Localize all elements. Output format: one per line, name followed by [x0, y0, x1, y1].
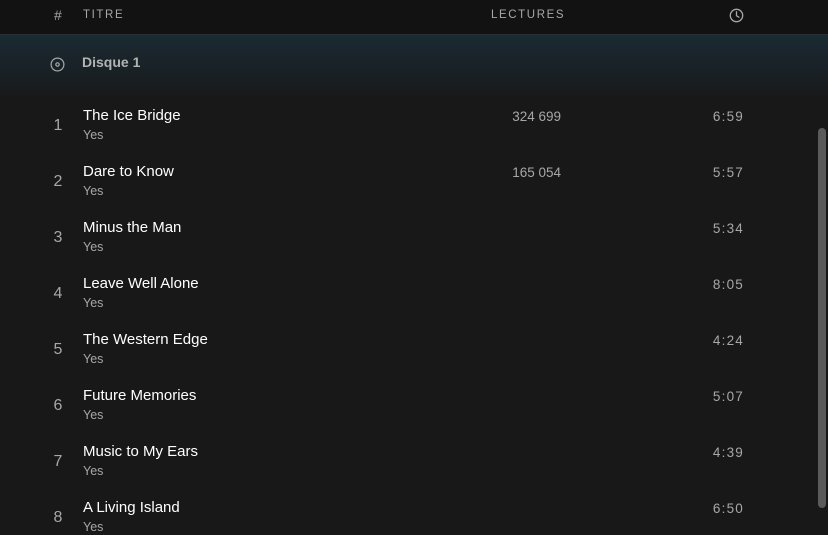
track-number: 5	[53, 341, 63, 358]
header-number: #	[54, 7, 62, 23]
tracklist-header: # TITRE LECTURES	[0, 0, 828, 35]
header-title[interactable]: TITRE	[83, 9, 124, 21]
track-plays: 165 054	[512, 165, 561, 180]
track-title[interactable]: Leave Well Alone	[83, 275, 199, 292]
track-duration: 6:59	[712, 109, 744, 124]
track-artist-link[interactable]: Yes	[83, 464, 103, 478]
disc-label: Disque 1	[82, 54, 141, 70]
track-duration: 6:50	[712, 501, 744, 516]
track-title[interactable]: A Living Island	[83, 499, 180, 516]
track-duration: 5:07	[712, 389, 744, 404]
track-row[interactable]: 8 A Living Island Yes 6:50	[0, 496, 812, 535]
track-title[interactable]: Music to My Ears	[83, 443, 198, 460]
track-number: 6	[53, 397, 63, 414]
header-plays[interactable]: LECTURES	[491, 9, 565, 21]
track-artist-link[interactable]: Yes	[83, 184, 103, 198]
track-title[interactable]: Future Memories	[83, 387, 196, 404]
track-number: 4	[53, 285, 63, 302]
track-row[interactable]: 5 The Western Edge Yes 4:24	[0, 328, 812, 384]
track-duration: 4:39	[712, 445, 744, 460]
track-row[interactable]: 3 Minus the Man Yes 5:34	[0, 216, 812, 272]
track-artist-link[interactable]: Yes	[83, 520, 103, 534]
track-artist-link[interactable]: Yes	[83, 352, 103, 366]
track-duration: 5:34	[712, 221, 744, 236]
track-number: 1	[53, 117, 63, 134]
track-number: 8	[53, 509, 63, 526]
tracklist: # TITRE LECTURES Disque 1 1 The Ice Bridg…	[0, 0, 828, 535]
track-row[interactable]: 2 Dare to Know Yes 165 054 5:57	[0, 160, 812, 216]
track-plays: 324 699	[512, 109, 561, 124]
track-title[interactable]: Minus the Man	[83, 219, 181, 236]
track-title[interactable]: Dare to Know	[83, 163, 174, 180]
track-artist-link[interactable]: Yes	[83, 408, 103, 422]
track-title[interactable]: The Western Edge	[83, 331, 208, 348]
clock-icon[interactable]	[729, 8, 744, 23]
track-duration: 5:57	[712, 165, 744, 180]
track-title[interactable]: The Ice Bridge	[83, 107, 181, 124]
disc-icon	[50, 57, 65, 72]
track-row[interactable]: 6 Future Memories Yes 5:07	[0, 384, 812, 440]
track-row[interactable]: 1 The Ice Bridge Yes 324 699 6:59	[0, 104, 812, 160]
track-row[interactable]: 4 Leave Well Alone Yes 8:05	[0, 272, 812, 328]
disc-header: Disque 1	[0, 35, 828, 90]
track-artist-link[interactable]: Yes	[83, 128, 103, 142]
track-duration: 8:05	[712, 277, 744, 292]
track-artist-link[interactable]: Yes	[83, 296, 103, 310]
track-number: 2	[53, 173, 63, 190]
track-number: 3	[53, 229, 63, 246]
scrollbar-thumb[interactable]	[818, 128, 826, 508]
track-duration: 4:24	[712, 333, 744, 348]
track-row[interactable]: 7 Music to My Ears Yes 4:39	[0, 440, 812, 496]
track-number: 7	[53, 453, 63, 470]
track-artist-link[interactable]: Yes	[83, 240, 103, 254]
